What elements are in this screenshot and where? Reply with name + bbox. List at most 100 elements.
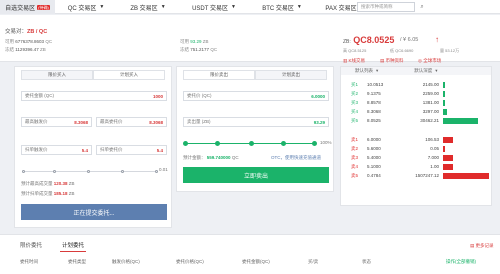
otc-note-link[interactable]: OTC，使用快速充值通道 (271, 155, 321, 161)
nav-tab-usdt[interactable]: USDT 交易区 ▼ (179, 0, 249, 14)
ob-depth-bar (443, 91, 445, 97)
coin-info-link[interactable]: ▤ 币种资料 (380, 58, 404, 64)
tab-limit-orders[interactable]: 限价委托 (20, 241, 42, 249)
balance-unit: QC (210, 47, 218, 52)
tab-plan-sell[interactable]: 计划卖出 (255, 70, 327, 80)
tab-limit-buy[interactable]: 限价买入 (21, 70, 93, 80)
balance-label: 冻结 (5, 47, 14, 52)
order-book-sell-row[interactable]: 卖1 6.0000 106.53 (341, 136, 493, 144)
field-value: 5.4 (156, 147, 163, 153)
search-input[interactable]: 搜索币种或简称 (357, 2, 415, 12)
sell-slider-knob[interactable] (215, 141, 220, 146)
est-unit: ZB (68, 191, 75, 196)
ob-amount: 0.05 (430, 146, 439, 151)
buy-sweep-order-field[interactable]: 扫单委托价 5.4 (96, 145, 167, 155)
global-market-link[interactable]: ◎ 全球市场 (418, 58, 441, 64)
ob-depth-bar (443, 82, 445, 88)
ob-level-label: 卖2 (351, 146, 359, 151)
buy-slider-dot[interactable] (121, 170, 124, 173)
more-records-link[interactable]: ▤ 更多记录 (470, 243, 494, 249)
order-book-buy-row[interactable]: 买5 8.0525 30462.21 (341, 117, 493, 125)
buy-slider-track[interactable] (23, 171, 157, 172)
field-label: 扫单触发价 (25, 147, 48, 152)
tab-plan-buy[interactable]: 计划买入 (93, 70, 165, 80)
field-label: 最高触发价 (25, 119, 48, 124)
buy-slider-dot[interactable] (22, 170, 25, 173)
stat-high: 高 QC8.5125 (343, 48, 366, 54)
buy-slider-dot[interactable] (87, 170, 90, 173)
est-unit: ZB (68, 181, 75, 186)
order-book-header: 默认列表 ▾ 默认深度 ▾ (341, 67, 491, 75)
submit-buy-button[interactable]: 正在提交委托... (21, 204, 167, 220)
buy-trigger-high-field[interactable]: 最高触发价 8.3068 (21, 117, 92, 127)
kline-trade-link[interactable]: ▥ K线交易 (343, 58, 365, 64)
tab-limit-sell[interactable]: 限价卖出 (183, 70, 255, 80)
sell-amount-field[interactable]: 卖出量 (ZB) 93.29 (183, 117, 329, 127)
sell-tabs: 限价卖出 计划卖出 (183, 70, 327, 80)
nav-tab-favorites[interactable]: 自选交易区 (待确) (0, 0, 55, 14)
ob-depth-bar (443, 146, 445, 152)
sell-price-field[interactable]: 委托价 (QC) 6.0000 (183, 91, 329, 101)
ob-amount: 2145.00 (422, 82, 439, 87)
est-unit: QC (231, 155, 239, 160)
order-book-sell-row[interactable]: 卖2 5.6000 0.05 (341, 145, 493, 153)
order-book-buy-row[interactable]: 买2 9.1375 2259.00 (341, 90, 493, 98)
document-icon: ▤ (380, 58, 385, 63)
col-actions[interactable]: 操作(全部撤销) (446, 259, 476, 265)
sell-slider-knob[interactable] (312, 141, 317, 146)
nav-tab-btc[interactable]: BTC 交易区 ▼ (249, 0, 315, 14)
tab-plan-orders[interactable]: 计划委托 (62, 241, 84, 249)
ob-depth-label[interactable]: 默认深度 (414, 68, 432, 74)
orders-panel: 限价委托 计划委托 ▤ 更多记录 委托时间 委托类型 触发价格(QC) 委托价格… (0, 234, 500, 274)
ob-list-label[interactable]: 默认列表 (355, 68, 373, 74)
more-label: 更多记录 (475, 243, 494, 248)
buy-est-high: 预计最高成交量 120.38 ZB (21, 181, 75, 187)
order-book-buy-row[interactable]: 买1 10.0513 2145.00 (341, 81, 493, 89)
ob-level-label: 卖5 (351, 173, 359, 178)
field-value: 8.3068 (74, 119, 88, 125)
search-icon[interactable]: ⌕ (418, 2, 426, 12)
buy-slider-dot[interactable] (53, 170, 56, 173)
sell-now-button[interactable]: 立即卖出 (183, 167, 329, 183)
ob-depth-bar (443, 109, 447, 115)
stat-label: 量 (440, 48, 444, 53)
field-value: 6.0000 (311, 93, 325, 99)
balance-unit: ZB (39, 47, 46, 52)
col-order-time: 委托时间 (20, 259, 38, 264)
balance-value: 1129396.47 (15, 47, 39, 52)
ob-price: 5.4000 (367, 155, 381, 160)
order-book-buy-row[interactable]: 买3 8.8578 1381.00 (341, 99, 493, 107)
ob-price: 9.1375 (367, 91, 381, 96)
nav-tab-label: BTC 交易区 (262, 5, 294, 12)
chevron-down-icon: ▾ (376, 68, 379, 73)
balance-unit: QC (45, 39, 53, 44)
sell-panel: 限价卖出 计划卖出 委托价 (QC) 6.0000 卖出量 (ZB) 93.29… (176, 66, 334, 192)
ob-price: 0.4784 (367, 173, 381, 178)
sell-slider-knob[interactable] (249, 141, 254, 146)
est-value: 185.18 (53, 191, 68, 196)
buy-slider-dot[interactable] (155, 170, 158, 173)
ob-amount: 1507247.12 (415, 173, 439, 178)
stat-label: 高 (343, 48, 347, 53)
ob-level-label: 买3 (351, 100, 359, 105)
ob-amount: 3297.00 (422, 109, 439, 114)
order-book-sell-row[interactable]: 卖4 5.1000 1.00 (341, 163, 493, 171)
ob-level-label: 买2 (351, 91, 359, 96)
balance-value: 6776378.8603 (15, 39, 45, 44)
buy-amount-field[interactable]: 委托金额 (QC) 1000 (21, 91, 167, 101)
ob-depth-bar (443, 118, 478, 124)
col-order-price: 委托价格(QC) (176, 259, 204, 264)
sell-slider-knob[interactable] (281, 141, 286, 146)
order-book-sell-row[interactable]: 卖3 5.4000 7.000 (341, 154, 493, 162)
ob-price: 5.6000 (367, 146, 381, 151)
order-book-buy-row[interactable]: 买4 8.3068 3297.00 (341, 108, 493, 116)
buy-order-high-field[interactable]: 最高委托价 8.3068 (96, 117, 167, 127)
nav-tab-qc[interactable]: QC 交易区 ▼ (55, 0, 117, 14)
stat-label: 低 (390, 48, 394, 53)
nav-tab-zb[interactable]: ZB 交易区 ▼ (117, 0, 179, 14)
est-label: 预计扫单成交量 (21, 191, 53, 196)
last-price: ZB: QC8.0525 (343, 35, 394, 45)
order-book-sell-row[interactable]: 卖5 0.4784 1507247.12 (341, 172, 493, 180)
sell-slider-knob[interactable] (183, 141, 188, 146)
buy-sweep-trigger-field[interactable]: 扫单触发价 5.4 (21, 145, 92, 155)
